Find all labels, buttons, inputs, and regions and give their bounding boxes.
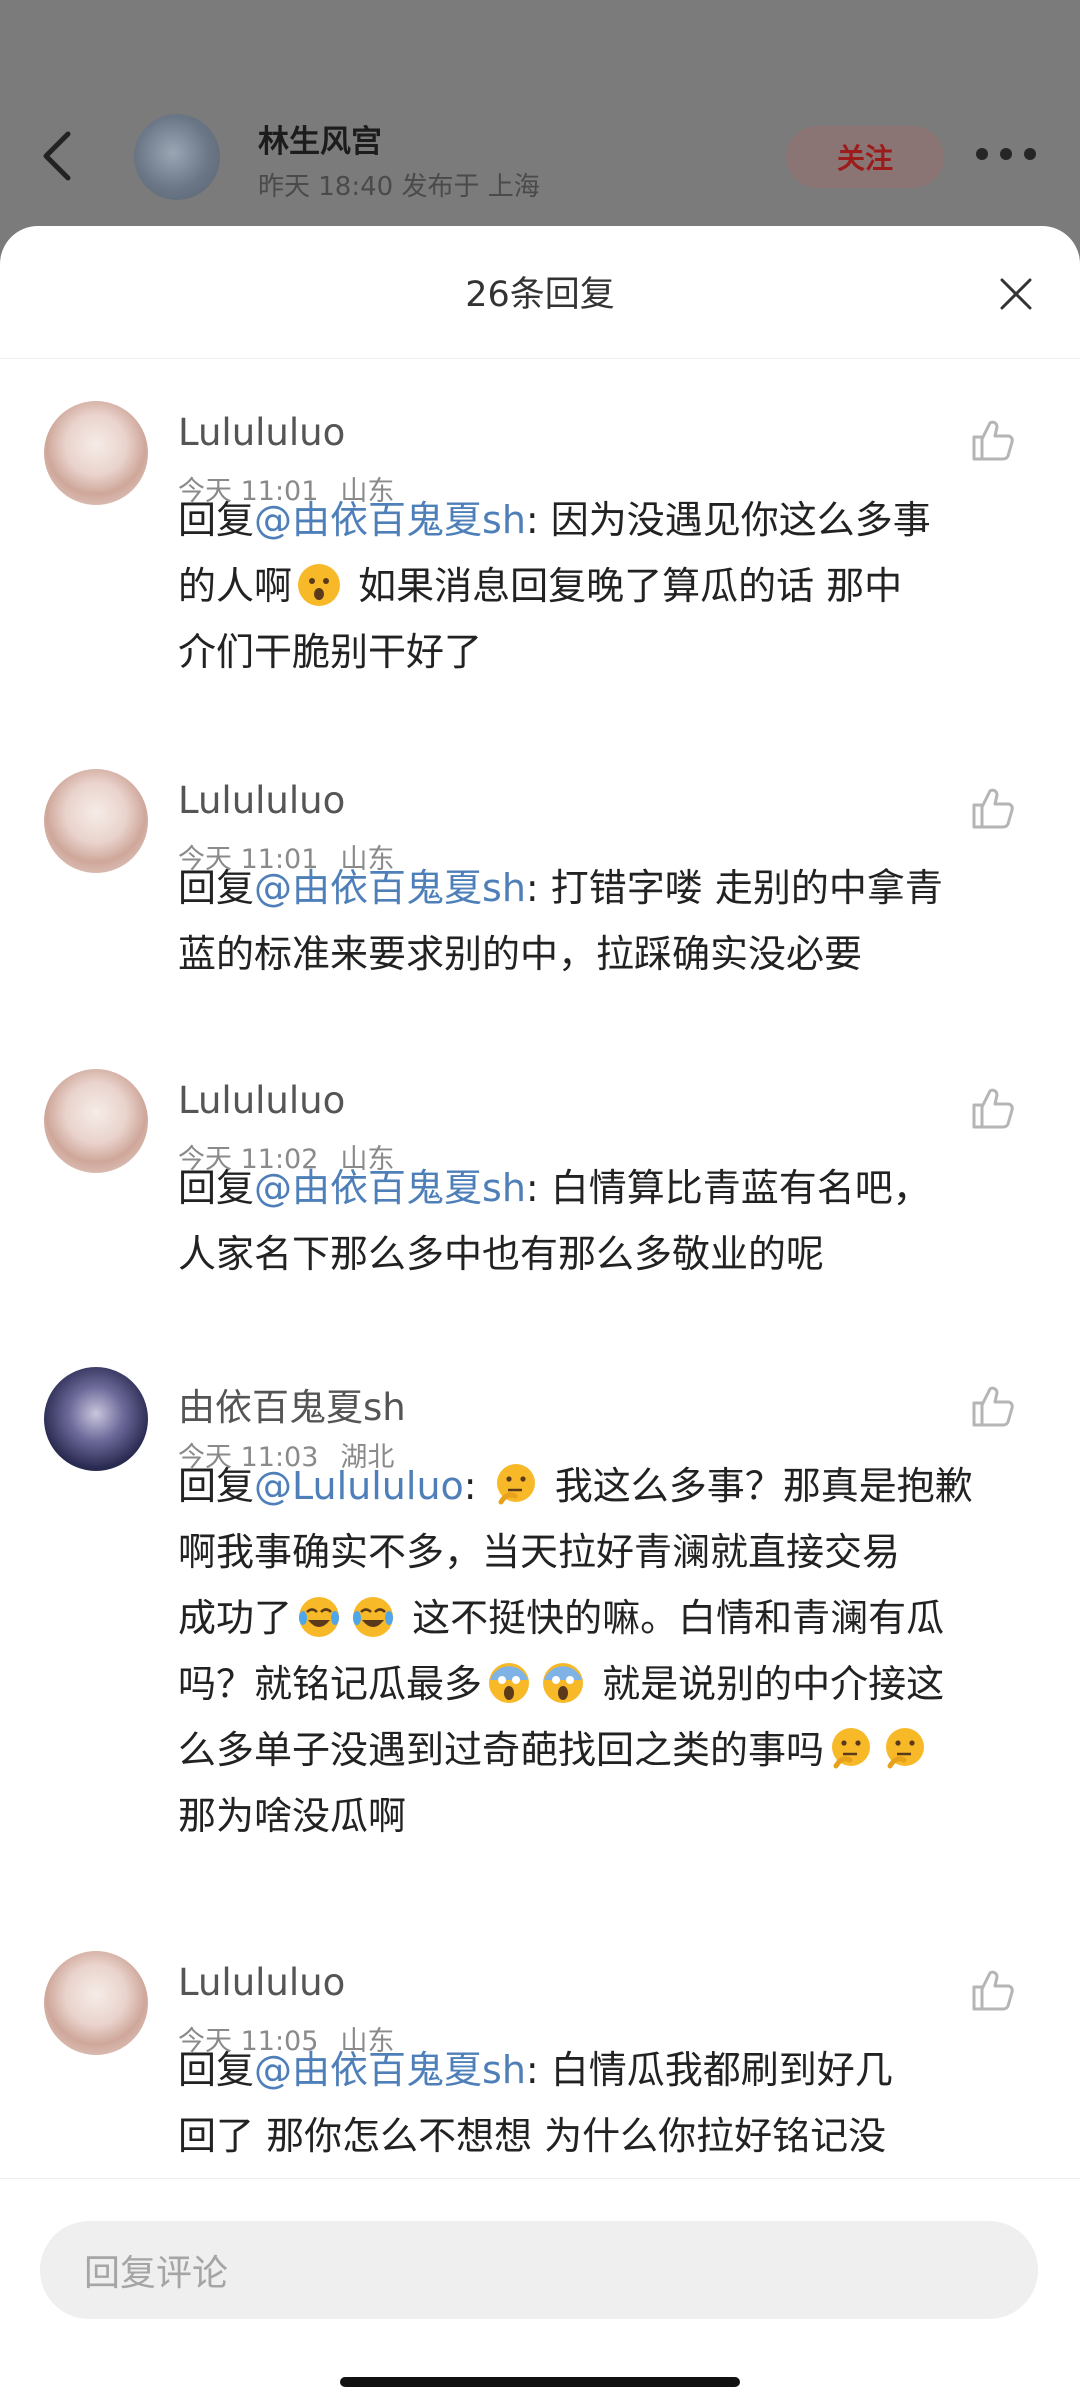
- comment-text: 回复@由依百鬼夏sh: 白情算比青蓝有名吧， 人家名下那么多中也有那么多敬业的呢: [178, 1155, 998, 1287]
- mention-link[interactable]: @由依百鬼夏sh: [254, 498, 526, 542]
- reply-input[interactable]: 回复评论: [40, 2221, 1038, 2319]
- comment-line: 介们干脆别干好了: [178, 630, 483, 674]
- list-item: Lulululuo 今天 11:05 山东 回复@由依百鬼夏sh: 白情瓜我都刷到…: [0, 1897, 1080, 2176]
- thinking-face-emoji: [886, 1728, 925, 1769]
- comment-line: 吗？就铭记瓜最多: [178, 1662, 483, 1706]
- comment-line: 么多单子没遇到过奇葩找回之类的事吗: [178, 1728, 825, 1772]
- tears-of-joy-emoji: [299, 1597, 340, 1637]
- post-header: 林生风宫 昨天 18:40 发布于 上海 关注: [0, 0, 1080, 240]
- follow-button[interactable]: 关注: [786, 126, 944, 188]
- commenter-name[interactable]: Lulululuo: [178, 1079, 345, 1122]
- commenter-name[interactable]: Lulululuo: [178, 1961, 345, 2004]
- comment-line: : 因为没遇见你这么多事: [525, 498, 931, 542]
- comment-line: :: [463, 1464, 489, 1508]
- replies-sheet: 26条回复 Lulululuo 今天 11:01 山东 回复@由依百鬼夏sh: 因…: [0, 226, 1080, 2400]
- avatar[interactable]: [44, 1951, 148, 2055]
- comment-line: 成功了: [178, 1596, 293, 1640]
- sheet-header: 26条回复: [0, 226, 1080, 359]
- mention-link[interactable]: @由依百鬼夏sh: [254, 1166, 526, 1210]
- screaming-face-emoji: [489, 1663, 530, 1703]
- thumbs-up-icon[interactable]: [968, 783, 1018, 833]
- commenter-name[interactable]: 由依百鬼夏sh: [178, 1377, 406, 1431]
- comment-line: 啊我事确实不多，当天拉好青澜就直接交易: [178, 1530, 901, 1574]
- list-item: 由依百鬼夏sh 今天 11:03 湖北 回复@Lulululuo: 我这么多事？那…: [0, 1331, 1080, 1897]
- author-name[interactable]: 林生风宫: [258, 116, 382, 161]
- comment-line: 如果消息回复晚了算瓜的话 那中: [346, 564, 903, 608]
- more-dots-icon[interactable]: [976, 148, 1036, 162]
- reply-prefix: 回复: [178, 2048, 255, 2092]
- comment-line: 就是说别的中介接这: [590, 1662, 945, 1706]
- thinking-face-emoji: [832, 1728, 871, 1769]
- back-arrow-icon[interactable]: [38, 128, 78, 184]
- list-item: Lulululuo 今天 11:02 山东 回复@由依百鬼夏sh: 白情算比青蓝有…: [0, 1031, 1080, 1331]
- comment-line: 蓝的标准来要求别的中，拉踩确实没必要: [178, 932, 863, 976]
- surprised-face-emoji: [298, 564, 341, 606]
- reply-list[interactable]: Lulululuo 今天 11:01 山东 回复@由依百鬼夏sh: 因为没遇见你这…: [0, 359, 1080, 2176]
- author-avatar[interactable]: [134, 114, 220, 200]
- tears-of-joy-emoji: [353, 1597, 394, 1637]
- reply-prefix: 回复: [178, 498, 255, 542]
- comment-line: : 白情瓜我都刷到好几: [525, 2048, 893, 2092]
- avatar[interactable]: [44, 1367, 148, 1471]
- reply-prefix: 回复: [178, 1166, 255, 1210]
- comment-line: 的人啊: [178, 564, 293, 608]
- list-item: Lulululuo 今天 11:01 山东 回复@由依百鬼夏sh: 因为没遇见你这…: [0, 359, 1080, 729]
- thumbs-up-icon[interactable]: [968, 1965, 1018, 2015]
- thumbs-up-icon[interactable]: [968, 1381, 1018, 1431]
- comment-line: 那为啥没瓜啊: [178, 1794, 407, 1838]
- replies-count-title: 26条回复: [465, 275, 615, 315]
- avatar[interactable]: [44, 769, 148, 873]
- comment-text: 回复@由依百鬼夏sh: 因为没遇见你这么多事 的人啊 如果消息回复晚了算瓜的话 …: [178, 487, 998, 685]
- list-item: Lulululuo 今天 11:01 山东 回复@由依百鬼夏sh: 打错字喽 走别…: [0, 729, 1080, 1031]
- post-meta: 昨天 18:40 发布于 上海: [258, 172, 540, 202]
- reply-bar: 回复评论: [0, 2178, 1080, 2401]
- reply-prefix: 回复: [178, 1464, 255, 1508]
- comment-text: 回复@由依百鬼夏sh: 打错字喽 走别的中拿青 蓝的标准来要求别的中，拉踩确实没…: [178, 855, 998, 987]
- mention-link[interactable]: @Lulululuo: [254, 1464, 464, 1508]
- avatar[interactable]: [44, 401, 148, 505]
- home-indicator[interactable]: [340, 2377, 740, 2387]
- comment-line: 我这么多事？那真是抱歉: [542, 1464, 973, 1508]
- thumbs-up-icon[interactable]: [968, 1083, 1018, 1133]
- comment-line: 回了 那你怎么不想想 为什么你拉好铭记没: [178, 2114, 887, 2158]
- comment-line: : 打错字喽 走别的中拿青: [525, 866, 943, 910]
- mention-link[interactable]: @由依百鬼夏sh: [254, 2048, 526, 2092]
- comment-text: 回复@由依百鬼夏sh: 白情瓜我都刷到好几 回了 那你怎么不想想 为什么你拉好铭…: [178, 2037, 998, 2169]
- comment-line: 人家名下那么多中也有那么多敬业的呢: [178, 1232, 825, 1276]
- comment-text: 回复@Lulululuo: 我这么多事？那真是抱歉 啊我事确实不多，当天拉好青澜…: [178, 1453, 998, 1849]
- thumbs-up-icon[interactable]: [968, 415, 1018, 465]
- reply-prefix: 回复: [178, 866, 255, 910]
- commenter-name[interactable]: Lulululuo: [178, 779, 345, 822]
- avatar[interactable]: [44, 1069, 148, 1173]
- mention-link[interactable]: @由依百鬼夏sh: [254, 866, 526, 910]
- screaming-face-emoji: [543, 1663, 584, 1703]
- close-icon[interactable]: [996, 274, 1036, 314]
- comment-line: 这不挺快的嘛。白情和青澜有瓜: [400, 1596, 945, 1640]
- commenter-name[interactable]: Lulululuo: [178, 411, 345, 454]
- thinking-face-emoji: [496, 1464, 535, 1505]
- comment-line: : 白情算比青蓝有名吧，: [525, 1166, 931, 1210]
